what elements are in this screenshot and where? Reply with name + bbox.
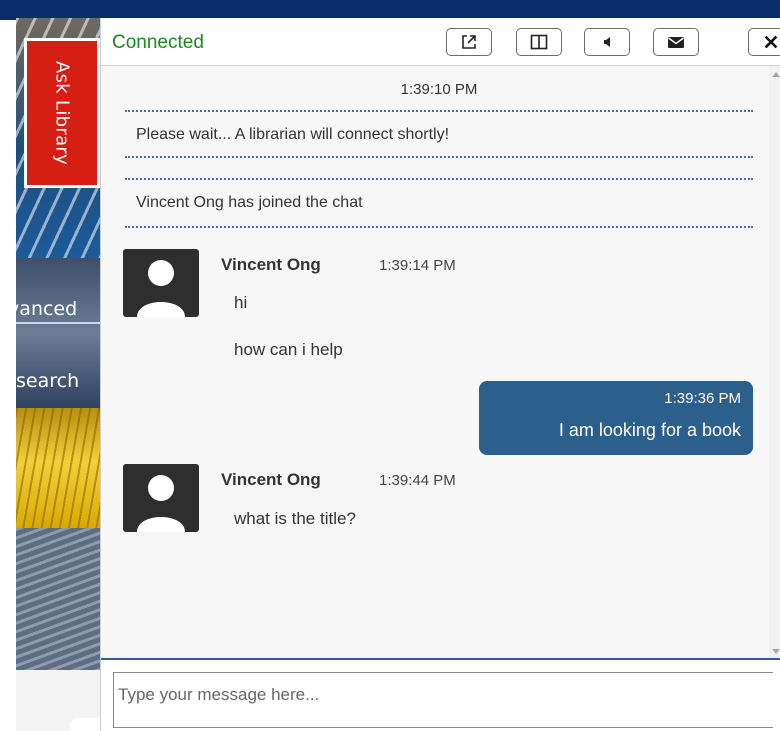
message-sender: Vincent Ong — [221, 470, 321, 489]
close-chat-button[interactable] — [748, 28, 780, 56]
chat-header: Connected — [101, 18, 780, 66]
email-icon — [668, 37, 684, 48]
ask-library-label: Ask Library — [51, 60, 73, 166]
message-text: how can i help — [234, 340, 343, 359]
popout-button[interactable] — [446, 28, 492, 56]
background-photo-yellow — [16, 408, 106, 528]
dotted-divider — [125, 226, 753, 228]
background-photo-facade — [16, 528, 106, 670]
advanced-search-link[interactable]: dvanced — [0, 298, 102, 320]
sound-button[interactable] — [584, 28, 630, 56]
chat-widget: Connected 1:39:10 PM Please wait... A li… — [100, 18, 780, 731]
connection-status: Connected — [112, 32, 204, 53]
system-message: Please wait... A librarian will connect … — [136, 126, 450, 143]
popout-icon — [462, 35, 476, 49]
sound-icon — [604, 37, 610, 47]
message-sender: Vincent Ong — [221, 255, 321, 274]
scroll-down-arrow-icon[interactable] — [772, 649, 780, 654]
close-icon — [764, 35, 778, 49]
split-view-button[interactable] — [516, 28, 562, 56]
user-icon — [137, 475, 185, 532]
message-timestamp: 1:39:36 PM — [664, 390, 741, 407]
split-view-icon — [530, 34, 548, 50]
message-timestamp: 1:39:44 PM — [379, 472, 456, 489]
message-text: I am looking for a book — [558, 420, 741, 440]
message-text: what is the title? — [234, 509, 356, 528]
dotted-divider — [125, 178, 753, 180]
dotted-divider — [125, 110, 753, 112]
librarian-avatar — [123, 249, 199, 317]
user-icon — [137, 260, 185, 317]
message-text: hi — [234, 293, 248, 312]
librarian-avatar — [123, 464, 199, 532]
message-composer — [101, 658, 780, 731]
system-message: Vincent Ong has joined the chat — [136, 194, 363, 211]
transcript-scrollbar[interactable] — [769, 66, 780, 658]
advanced-search-underline — [16, 322, 106, 324]
chat-transcript: 1:39:10 PM Please wait... A librarian wi… — [101, 66, 780, 658]
dotted-divider — [125, 156, 753, 158]
message-input[interactable] — [113, 672, 773, 728]
email-transcript-button[interactable] — [653, 28, 699, 56]
patron-message-bubble: 1:39:36 PM I am looking for a book — [479, 381, 753, 455]
message-timestamp: 1:39:14 PM — [379, 257, 456, 274]
site-top-bar — [0, 0, 780, 20]
scroll-up-arrow-icon[interactable] — [772, 72, 780, 77]
system-timestamp: 1:39:10 PM — [400, 81, 478, 98]
ask-library-tab[interactable]: Ask Library — [24, 38, 100, 188]
